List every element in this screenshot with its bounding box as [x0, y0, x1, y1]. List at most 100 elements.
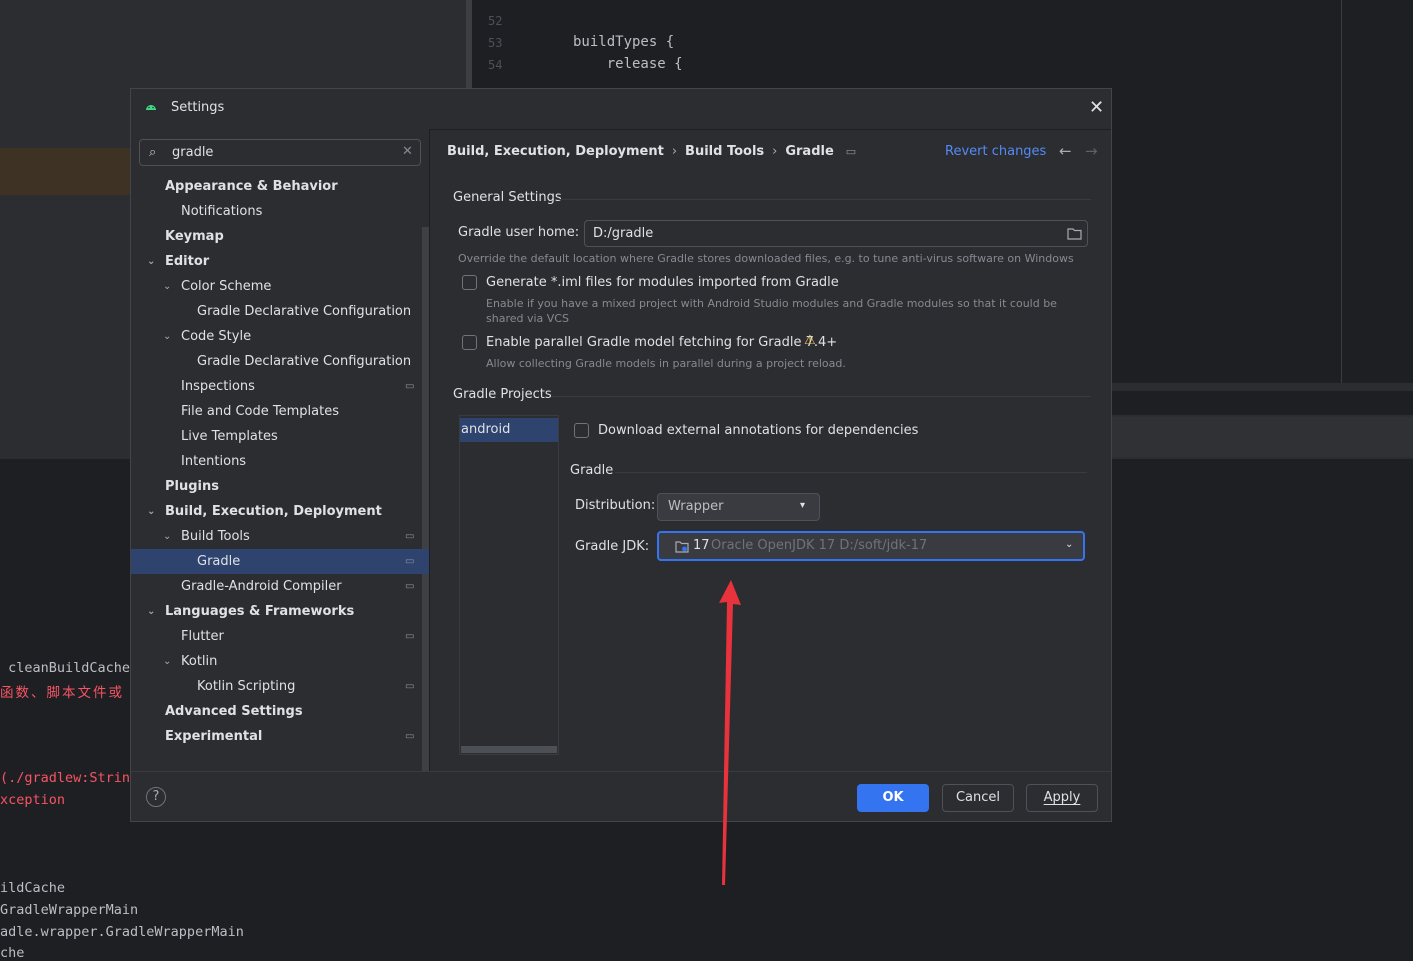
tree-item-file-templates[interactable]: File and Code Templates	[181, 399, 421, 424]
gradle-user-home-label: Gradle user home:	[458, 225, 580, 240]
dialog-titlebar: Settings ✕	[131, 89, 1111, 130]
tree-item-label: Notifications	[181, 204, 263, 219]
breadcrumb-item[interactable]: Build, Execution, Deployment	[447, 144, 664, 159]
gradle-jdk-label: Gradle JDK:	[575, 539, 650, 554]
apply-button[interactable]: Apply	[1026, 784, 1098, 812]
tree-item-label: Advanced Settings	[165, 704, 303, 719]
chevron-down-icon: ▾	[800, 500, 806, 511]
chevron-down-icon[interactable]: ⌄	[147, 499, 155, 524]
tree-item-gradle-android-compiler[interactable]: Gradle-Android Compiler ▭	[131, 574, 421, 599]
download-annotations-checkbox[interactable]	[574, 423, 589, 438]
tree-item-gradle[interactable]: Gradle ▭	[131, 549, 429, 574]
sidebar-scrollbar[interactable]	[422, 227, 429, 771]
tree-item-intentions[interactable]: Intentions	[181, 449, 421, 474]
section-title-general: General Settings	[453, 190, 562, 205]
project-scope-icon: ▭	[405, 681, 415, 692]
tree-item-label: Experimental	[165, 729, 263, 744]
section-title-gradle: Gradle	[570, 463, 614, 478]
list-item[interactable]: android	[460, 418, 558, 442]
jdk-version: 17	[693, 538, 710, 553]
revert-changes-link[interactable]: Revert changes	[945, 144, 1046, 159]
chevron-down-icon[interactable]: ⌄	[163, 524, 171, 549]
tree-item-gradle-dcl-style[interactable]: Gradle Declarative Configuration Languag…	[197, 349, 415, 374]
search-input[interactable]: ⌕ gradle ✕	[139, 139, 421, 166]
settings-sidebar: ⌕ gradle ✕ Appearance & Behavior Notific…	[131, 129, 430, 771]
project-scope-icon: ▭	[405, 531, 415, 542]
distribution-label: Distribution:	[575, 498, 656, 513]
tree-item-color-scheme[interactable]: ⌄ Color Scheme	[161, 274, 421, 299]
tree-item-build-tools[interactable]: ⌄ Build Tools ▭	[131, 524, 421, 549]
section-title-projects: Gradle Projects	[453, 387, 552, 402]
tree-item-label: Intentions	[181, 454, 247, 469]
tree-item-advanced-settings[interactable]: Advanced Settings	[165, 699, 421, 724]
projects-list-scrollbar[interactable]	[461, 746, 557, 753]
parallel-fetching-hint: Allow collecting Gradle models in parall…	[486, 357, 846, 370]
tree-item-build-execution[interactable]: ⌄ Build, Execution, Deployment	[145, 499, 421, 524]
download-annotations-label[interactable]: Download external annotations for depend…	[598, 423, 918, 438]
tree-item-code-style[interactable]: ⌄ Code Style	[161, 324, 421, 349]
gradle-user-home-value[interactable]: D:/gradle	[593, 226, 653, 241]
dialog-footer: ? OK Cancel Apply	[131, 771, 1111, 824]
parallel-fetching-checkbox[interactable]	[462, 335, 477, 350]
tree-item-inspections[interactable]: Inspections ▭	[131, 374, 421, 399]
tree-item-keymap[interactable]: Keymap	[165, 224, 421, 249]
gradle-projects-list[interactable]: android	[459, 415, 559, 755]
gradle-user-home-hint: Override the default location where Grad…	[458, 252, 1074, 265]
ok-button[interactable]: OK	[857, 784, 929, 812]
chevron-right-icon: ›	[772, 144, 778, 159]
generate-iml-label[interactable]: Generate *.iml files for modules importe…	[486, 275, 839, 290]
tree-item-label: Flutter	[181, 629, 224, 644]
project-scope-icon: ▭	[845, 145, 857, 158]
tree-item-plugins[interactable]: Plugins	[165, 474, 421, 499]
settings-dialog: Settings ✕ ⌕ gradle ✕ Appearance & Behav…	[130, 88, 1112, 822]
tree-item-live-templates[interactable]: Live Templates	[181, 424, 421, 449]
gradle-jdk-select[interactable]: 17 Oracle OpenJDK 17 D:/soft/jdk-17 ⌄	[657, 531, 1085, 561]
help-button[interactable]: ?	[146, 787, 166, 807]
dialog-title: Settings	[171, 100, 225, 115]
terminal-line: ildCache	[0, 880, 66, 896]
tree-item-label: Kotlin Scripting	[197, 679, 296, 694]
arrow-left-icon[interactable]: ←	[1059, 142, 1072, 160]
breadcrumb-item: Gradle	[785, 144, 834, 159]
chevron-down-icon[interactable]: ⌄	[147, 599, 155, 624]
tree-item-experimental[interactable]: Experimental ▭	[131, 724, 421, 749]
android-icon	[146, 105, 156, 110]
chevron-down-icon[interactable]: ⌄	[163, 649, 171, 674]
terminal-line: xception	[0, 792, 66, 808]
close-icon[interactable]: ✕	[1089, 99, 1104, 117]
generate-iml-checkbox[interactable]	[462, 275, 477, 290]
tree-item-flutter[interactable]: Flutter ▭	[131, 624, 421, 649]
search-icon: ⌕	[149, 145, 157, 160]
tree-item-label: Plugins	[165, 479, 219, 494]
distribution-select[interactable]: Wrapper ▾	[657, 493, 820, 521]
folder-icon[interactable]	[1067, 227, 1082, 240]
tree-item-gradle-dcl-color[interactable]: Gradle Declarative Configuration Languag…	[197, 299, 415, 324]
tree-item-label: Gradle Declarative Configuration Languag…	[197, 304, 415, 319]
project-scope-icon: ▭	[405, 631, 415, 642]
search-value[interactable]: gradle	[172, 145, 213, 160]
tree-item-languages[interactable]: ⌄ Languages & Frameworks	[145, 599, 421, 624]
clear-search-icon[interactable]: ✕	[402, 144, 413, 159]
code-line: buildTypes {	[573, 34, 675, 50]
tree-item-kotlin[interactable]: ⌄ Kotlin	[161, 649, 421, 674]
chevron-down-icon[interactable]: ⌄	[163, 324, 171, 349]
tree-item-label: Keymap	[165, 229, 224, 244]
tree-item-kotlin-scripting[interactable]: Kotlin Scripting ▭	[131, 674, 421, 699]
section-divider	[551, 396, 1091, 397]
breadcrumb-item[interactable]: Build Tools	[685, 144, 764, 159]
tree-item-label: Inspections	[181, 379, 255, 394]
background-margin-line	[1341, 0, 1342, 383]
chevron-down-icon[interactable]: ⌄	[163, 274, 171, 299]
tree-item-editor[interactable]: ⌄ Editor	[145, 249, 421, 274]
background-scrollbar[interactable]	[1112, 383, 1413, 391]
settings-content: Build, Execution, Deployment › Build Tools…	[429, 129, 1113, 771]
gradle-user-home-field[interactable]: D:/gradle	[584, 220, 1088, 247]
arrow-right-icon[interactable]: →	[1085, 142, 1098, 160]
parallel-fetching-label[interactable]: Enable parallel Gradle model fetching fo…	[486, 335, 837, 350]
tree-item-appearance[interactable]: Appearance & Behavior	[165, 174, 421, 199]
cancel-button[interactable]: Cancel	[942, 784, 1014, 812]
generate-iml-hint: Enable if you have a mixed project with …	[486, 297, 1057, 325]
chevron-down-icon[interactable]: ⌄	[147, 249, 155, 274]
tree-item-notifications[interactable]: Notifications	[181, 199, 421, 224]
breadcrumb: Build, Execution, Deployment › Build Tools…	[447, 144, 856, 159]
